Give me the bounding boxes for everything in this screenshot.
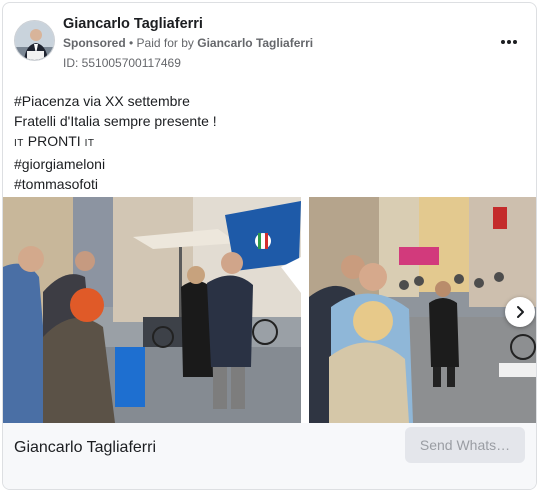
body-line-text: PRONTI [23, 133, 85, 149]
sponsored-label: Sponsored [63, 36, 126, 50]
send-whatsapp-button[interactable]: Send Whats… [405, 427, 525, 463]
carousel-image[interactable] [3, 197, 301, 423]
sponsor-line: Sponsored • Paid for by Giancarlo Taglia… [63, 36, 313, 50]
sponsor-separator: • [125, 36, 137, 50]
more-horizontal-icon [513, 40, 518, 44]
more-horizontal-icon [507, 40, 511, 44]
street-photo [3, 197, 301, 423]
carousel-image[interactable] [309, 197, 536, 423]
ad-card: Giancarlo Tagliaferri Sponsored • Paid f… [2, 2, 537, 490]
ad-footer: Giancarlo Tagliaferri Send Whats… [3, 423, 536, 489]
chevron-right-icon [517, 306, 524, 318]
carousel-next-button[interactable] [505, 297, 535, 327]
more-horizontal-icon [500, 40, 505, 44]
ad-header: Giancarlo Tagliaferri Sponsored • Paid f… [3, 3, 536, 81]
paid-for-label: Paid for by [136, 36, 198, 50]
body-line: IT PRONTI IT [14, 131, 217, 154]
avatar[interactable] [14, 20, 55, 61]
paid-for-name: Giancarlo Tagliaferri [197, 36, 314, 50]
ad-body-text: #Piacenza via XX settembre Fratelli d'It… [14, 91, 217, 194]
italy-flag-icon: IT [14, 138, 24, 149]
body-line: #Piacenza via XX settembre [14, 93, 190, 109]
italy-flag-icon: IT [84, 138, 95, 149]
footer-title[interactable]: Giancarlo Tagliaferri [14, 439, 156, 457]
more-options-button[interactable] [496, 31, 522, 53]
body-line: #giorgiameloni [14, 156, 106, 172]
image-carousel [3, 197, 536, 423]
street-photo [309, 197, 536, 423]
advertiser-name[interactable]: Giancarlo Tagliaferri [63, 16, 203, 32]
avatar-photo [15, 21, 54, 60]
body-line: Fratelli d'Italia sempre presente ! [14, 113, 217, 129]
ad-id: ID: 551005700117469 [63, 56, 181, 70]
body-line: #tommasofoti [14, 176, 99, 192]
